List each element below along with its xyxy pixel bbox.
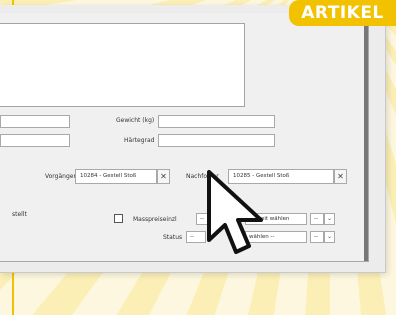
- masspreis-small-select[interactable]: --: [310, 213, 324, 225]
- nachfolger-remove-button[interactable]: ✕: [334, 169, 347, 184]
- gewicht-label: Gewicht (kg): [116, 117, 155, 124]
- vorgaenger-label: Vorgänger: [45, 173, 76, 180]
- left-input-2[interactable]: [0, 134, 70, 147]
- status-select[interactable]: --: [186, 231, 206, 243]
- masspreis-label: Masspreiseinzl: [133, 216, 177, 223]
- masspreis-checkbox[interactable]: [114, 214, 123, 223]
- stellt-label: stellt: [12, 211, 27, 218]
- frame-border: [364, 13, 368, 261]
- form-frame: Gewicht (kg) Härtegrad Vorgänger 10284 -…: [0, 13, 369, 262]
- application-window: Gewicht (kg) Härtegrad Vorgänger 10284 -…: [0, 5, 386, 273]
- vorgaenger-remove-button[interactable]: ✕: [157, 169, 170, 184]
- masspreis-small-select-arrow[interactable]: ⌄: [324, 213, 335, 225]
- left-input-1[interactable]: [0, 115, 70, 128]
- haertegrad-input[interactable]: [158, 134, 275, 147]
- haertegrad-label: Härtegrad: [124, 137, 155, 144]
- description-textarea[interactable]: [0, 23, 245, 107]
- status-small-select-arrow[interactable]: ⌄: [324, 231, 335, 243]
- status-small-select[interactable]: --: [310, 231, 324, 243]
- status-label: Status: [163, 234, 183, 241]
- vorgaenger-field[interactable]: 10284 - Gestell Stoß: [75, 169, 157, 184]
- gewicht-input[interactable]: [158, 115, 275, 128]
- arrow-cursor-icon: [207, 170, 263, 254]
- artikel-badge: ARTIKEL: [289, 0, 396, 26]
